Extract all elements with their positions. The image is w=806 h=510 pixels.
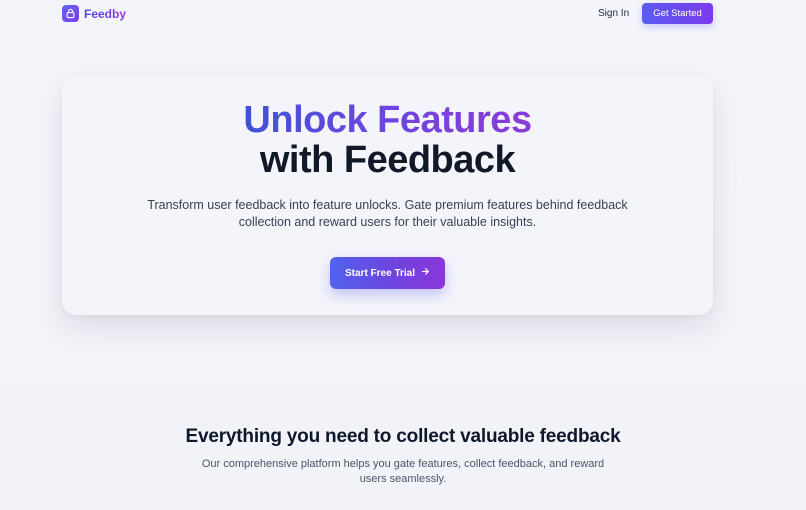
hero-title-line1: Unlock Features [243,99,532,141]
hero-subtitle: Transform user feedback into feature unl… [147,198,628,229]
lock-icon [62,5,79,22]
start-free-trial-button[interactable]: Start Free Trial [330,257,445,289]
hero-title: Unlock Features with Feedback [62,100,713,180]
brand-name: Feedby [84,6,127,21]
hero-card: Unlock Features with Feedback Transform … [62,76,713,315]
brand-logo[interactable]: Feedby [62,5,126,22]
hero-title-line2: with Feedback [259,139,516,181]
features-title: Everything you need to collect valuable … [185,426,621,447]
arrow-right-icon [421,267,430,279]
get-started-button[interactable]: Get Started [642,3,713,24]
features-subtitle: Our comprehensive platform helps you gat… [201,458,605,485]
cta-label: Start Free Trial [344,267,416,279]
top-nav: Feedby Sign In Get Started [0,0,806,28]
features-section: Everything you need to collect valuable … [0,384,806,510]
sign-in-link[interactable]: Sign In [598,8,629,19]
